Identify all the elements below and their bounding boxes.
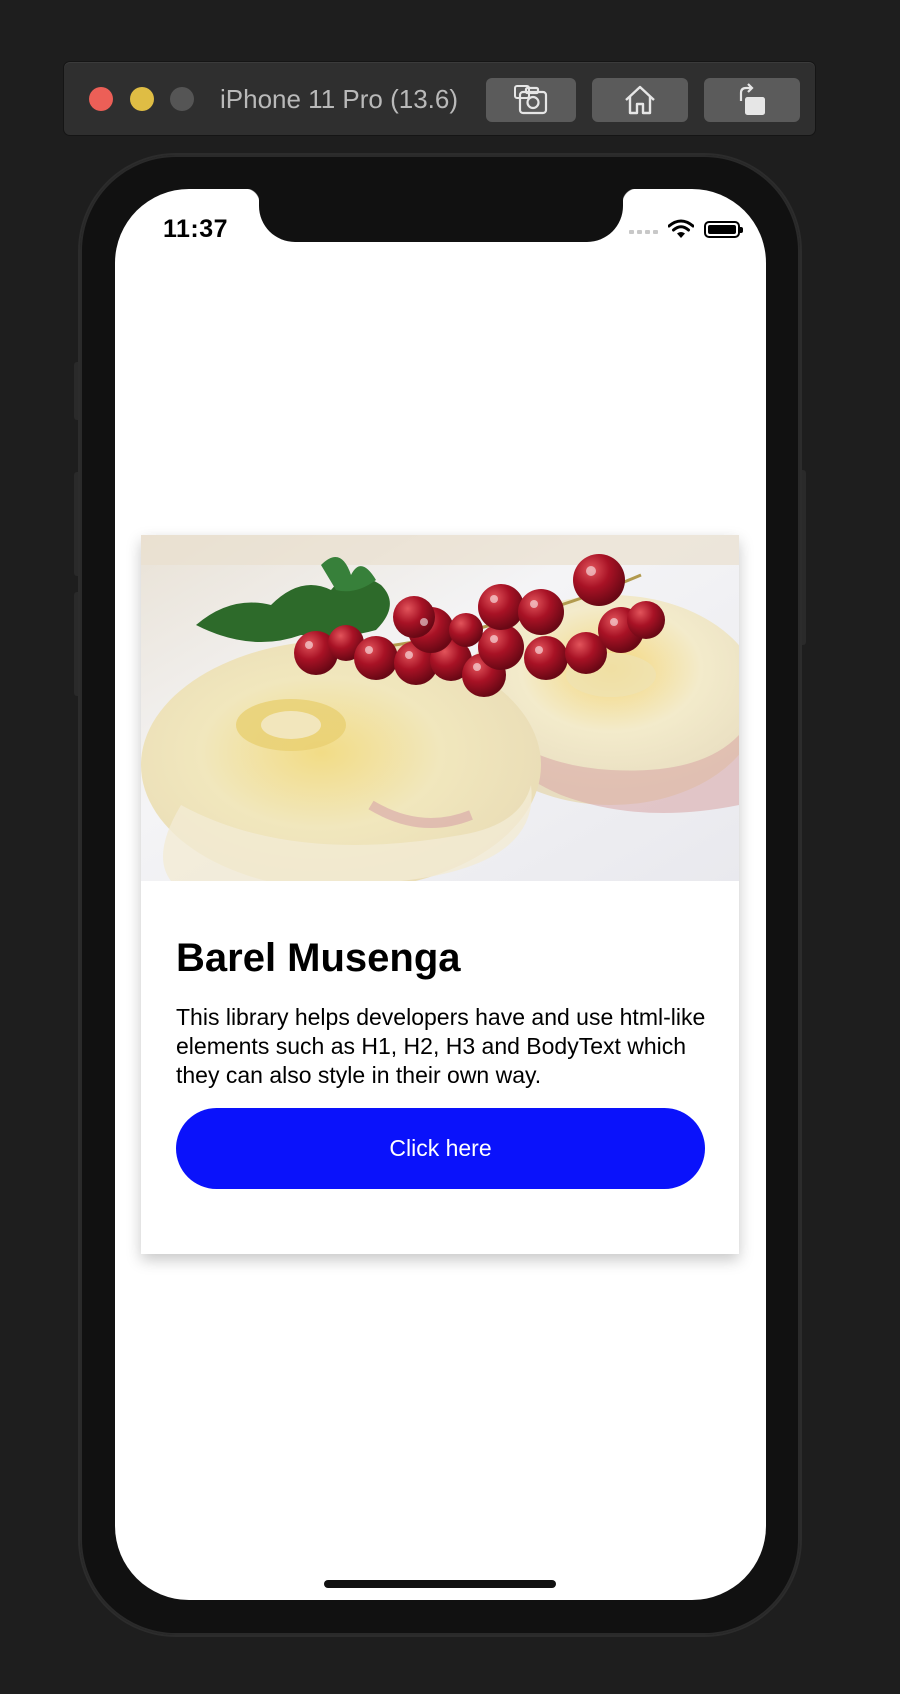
content-card: Barel Musenga This library helps develop… (141, 535, 739, 1254)
card-body: Barel Musenga This library helps develop… (141, 881, 739, 1189)
status-icons (629, 219, 743, 239)
notch (245, 189, 637, 242)
rotate-button[interactable] (704, 78, 800, 122)
camera-icon (514, 85, 548, 115)
window-minimize-button[interactable] (130, 87, 154, 111)
card-description: This library helps developers have and u… (176, 1004, 706, 1088)
status-time: 11:37 (163, 215, 229, 243)
click-here-button[interactable]: Click here (176, 1108, 705, 1189)
home-icon (625, 85, 655, 115)
card-image (141, 535, 739, 881)
card-title: Barel Musenga (176, 936, 461, 980)
window-close-button[interactable] (89, 87, 113, 111)
window-zoom-button[interactable] (170, 87, 194, 111)
home-indicator[interactable] (324, 1580, 556, 1588)
screenshot-button[interactable] (486, 78, 576, 122)
simulator-toolbar: iPhone 11 Pro (13.6) (64, 62, 815, 135)
device-screen: 11:37 Barel Musenga This library helps d… (115, 189, 766, 1600)
battery-icon (704, 220, 743, 238)
rotate-icon (739, 83, 765, 115)
wifi-icon (668, 219, 694, 238)
device-title: iPhone 11 Pro (13.6) (220, 84, 458, 114)
cellular-signal-icon (629, 224, 658, 234)
home-button[interactable] (592, 78, 688, 122)
